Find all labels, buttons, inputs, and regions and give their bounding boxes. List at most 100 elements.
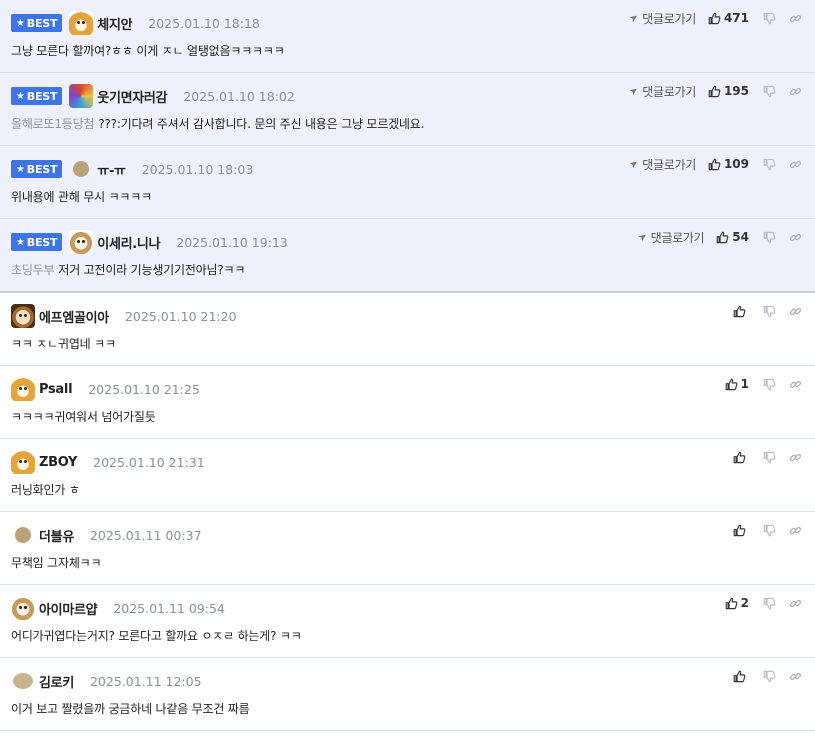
avatar[interactable] [73,161,90,177]
author-nickname[interactable]: 김로키 [39,672,74,691]
avatar[interactable] [11,596,35,620]
link-icon [789,599,802,607]
dislike-button[interactable] [763,305,776,318]
like-button[interactable]: 1 [725,377,749,391]
avatar[interactable] [11,304,35,328]
thumbs-down-icon [763,670,776,682]
comment-text: 무책임 그자체ㅋㅋ [11,556,102,570]
author-nickname[interactable]: ZBOY [39,455,77,470]
comment-date: 2025.01.10 18:03 [141,161,254,177]
comment-text: 위내용에 관해 무시 ㅋㅋㅋㅋ [11,190,152,204]
like-button[interactable] [733,451,749,464]
share-link-button[interactable] [789,597,802,610]
like-button[interactable]: 109 [708,157,749,171]
go-to-reply-link[interactable]: ➤ 댓글로가기 [628,156,697,173]
comment-item: ZBOY 2025.01.10 21:31 러닝화인가 ㅎ [0,439,815,512]
like-count: 109 [723,157,749,171]
dislike-button[interactable] [763,158,776,171]
share-link-button[interactable] [789,231,802,244]
dislike-button[interactable] [763,231,776,244]
like-button[interactable]: 2 [725,596,749,610]
dislike-button[interactable] [763,12,776,25]
go-to-reply-link[interactable]: ➤ 댓글로가기 [628,83,697,100]
thumbs-up-icon [708,158,721,170]
thumbs-up-icon [733,670,746,682]
reply-mention[interactable]: 올해로또1등당첨 [11,117,95,131]
comment-body: 이거 보고 짤렸을까 궁금하네 나같음 무조건 짜름 [11,700,250,717]
like-button[interactable]: 54 [716,230,749,244]
comment-body: ㅋㅋㅋㅋ귀여워서 넘어가질듯 [11,408,156,425]
go-to-reply-link[interactable]: ➤ 댓글로가기 [628,10,697,27]
author-nickname[interactable]: 에프엠골이아 [39,307,109,326]
link-icon [789,526,802,534]
like-button[interactable] [733,524,749,537]
dislike-button[interactable] [763,378,776,391]
like-button[interactable] [733,670,749,683]
share-link-button[interactable] [789,378,802,391]
comment-header: 김로키 2025.01.11 12:05 [11,668,202,694]
go-to-reply-label: 댓글로가기 [642,84,696,99]
send-arrow-icon: ➤ [636,230,650,244]
thumbs-down-icon [763,12,776,24]
best-badge: ★ BEST [11,160,63,178]
like-button[interactable]: 471 [708,11,749,25]
comment-item: ★ BEST 웃기면자러감 2025.01.10 18:02 올해로또1등당첨??… [0,73,815,146]
avatar[interactable] [69,84,94,108]
share-link-button[interactable] [789,524,802,537]
author-nickname[interactable]: Psall [39,382,73,397]
comment-text: 이거 보고 짤렸을까 궁금하네 나같음 무조건 짜름 [11,702,250,716]
comment-actions [733,302,802,320]
comment-actions: ➤ 댓글로가기 195 [628,82,802,100]
comment-item: 김로키 2025.01.11 12:05 이거 보고 짤렸을까 궁금하네 나같음… [0,658,815,731]
avatar[interactable] [11,450,35,474]
author-nickname[interactable]: 아이마르얍 [39,599,98,618]
comment-header: ★ BEST 웃기면자러감 2025.01.10 18:02 [11,83,295,109]
author-nickname[interactable]: 체지안 [97,14,132,33]
dislike-button[interactable] [763,85,776,98]
dislike-button[interactable] [763,670,776,683]
star-icon: ★ [16,163,25,175]
like-button[interactable] [733,305,749,318]
comment-text: 그냥 모른다 할까여?ㅎㅎ 이게 ㅈㄴ 얼탱없음ㅋㅋㅋㅋㅋ [11,44,285,58]
share-link-button[interactable] [789,305,802,318]
avatar[interactable] [11,377,35,401]
comment-header: ZBOY 2025.01.10 21:31 [11,449,205,475]
star-icon: ★ [16,17,25,29]
share-link-button[interactable] [789,670,802,683]
go-to-reply-label: 댓글로가기 [642,157,696,172]
comment-body: 올해로또1등당첨 ???:기다려 주셔서 감사합니다. 문의 주신 내용은 그냥 … [11,115,424,132]
thumbs-down-icon [763,85,776,97]
comment-actions: 2 [725,594,802,612]
dislike-button[interactable] [763,451,776,464]
thumbs-down-icon [763,597,776,609]
thumbs-up-icon [725,597,738,609]
author-nickname[interactable]: 더블유 [39,526,74,545]
like-count: 471 [723,11,749,25]
reply-mention[interactable]: 초딩두부 [11,263,55,277]
comment-item: ★ BEST 체지안 2025.01.10 18:18 그냥 모른다 할까여?ㅎㅎ… [0,0,815,73]
link-icon [789,453,802,461]
author-nickname[interactable]: 이세리.니나 [97,233,160,252]
avatar[interactable] [13,673,33,689]
dislike-button[interactable] [763,524,776,537]
author-nickname[interactable]: 웃기면자러감 [97,87,167,106]
comment-text: 어디가귀엽다는거지? 모른다고 할까요 ㅇㅈㄹ 하는게? ㅋㅋ [11,629,302,643]
avatar[interactable] [69,11,94,35]
share-link-button[interactable] [789,451,802,464]
avatar[interactable] [69,230,94,254]
link-icon [789,160,802,168]
like-button[interactable]: 195 [708,84,749,98]
best-badge: ★ BEST [11,87,63,105]
share-link-button[interactable] [789,85,802,98]
star-icon: ★ [16,90,25,102]
go-to-reply-link[interactable]: ➤ 댓글로가기 [636,229,705,246]
comment-actions [733,448,802,466]
dislike-button[interactable] [763,597,776,610]
share-link-button[interactable] [789,12,802,25]
thumbs-down-icon [763,524,776,536]
author-nickname[interactable]: ㅠ-ㅠ [97,160,126,179]
best-badge-label: BEST [26,162,58,176]
comment-date: 2025.01.10 21:31 [93,454,205,470]
share-link-button[interactable] [789,158,802,171]
avatar[interactable] [15,527,31,543]
